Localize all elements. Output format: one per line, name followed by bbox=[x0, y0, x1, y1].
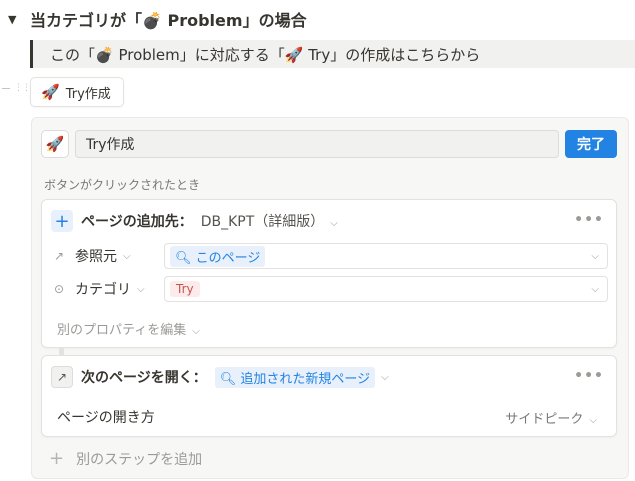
toggle-heading[interactable]: ▼ 当カテゴリが「💣 Problem」の場合 bbox=[8, 8, 307, 30]
step-open-page: ↗ 次のページを開く： 🔍︎ 追加された新規ページ ⌵ ••• ページの開き方 … bbox=[41, 355, 617, 437]
category-tag: Try bbox=[170, 281, 200, 297]
chevron-down-icon: ⌵ bbox=[192, 326, 200, 337]
quote-block: この「💣 Problem」に対応する「🚀 Try」の作成はこちらから bbox=[30, 40, 635, 68]
edit-other-properties-label: 別のプロパティを編集 bbox=[57, 323, 187, 338]
chevron-down-icon[interactable]: ⌵ bbox=[137, 284, 145, 295]
more-options-icon[interactable]: ••• bbox=[574, 212, 604, 228]
chevron-down-icon[interactable]: ⌵ bbox=[381, 372, 389, 383]
step-add-page: + ページの追加先： DB_KPT（詳細版） ⌵ ••• ↗ 参照元 ⌵ 🔍︎ こ… bbox=[41, 199, 617, 348]
edit-other-properties[interactable]: 別のプロパティを編集 ⌵ bbox=[57, 319, 200, 338]
more-options-icon[interactable]: ••• bbox=[574, 368, 604, 384]
open-mode-row: ページの開き方 サイドピーク ⌵ bbox=[57, 406, 597, 428]
step-open-page-header: ↗ 次のページを開く： 🔍︎ 追加された新規ページ ⌵ bbox=[51, 366, 389, 388]
open-mode-select[interactable]: サイドピーク ⌵ bbox=[505, 408, 597, 427]
new-page-label: 追加された新規ページ bbox=[240, 371, 371, 387]
property-row-category: ⊙ カテゴリ ⌵ Try ⌵ bbox=[51, 276, 608, 302]
step-add-page-header: + ページの追加先： DB_KPT（詳細版） ⌵ bbox=[51, 210, 338, 232]
property-row-reference: ↗ 参照元 ⌵ 🔍︎ このページ ⌵ bbox=[51, 243, 608, 269]
page-mention-tag[interactable]: 🔍︎ このページ bbox=[170, 245, 266, 267]
chevron-down-icon: ⌵ bbox=[589, 414, 597, 426]
target-database-label: DB_KPT（詳細版） bbox=[200, 214, 325, 230]
drag-handle[interactable]: ⋮⋮ bbox=[2, 84, 31, 93]
new-page-tag[interactable]: 🔍︎ 追加された新規ページ bbox=[214, 366, 376, 388]
dash-icon bbox=[2, 87, 10, 89]
button-name-row: 🚀 Try作成 bbox=[41, 130, 559, 158]
try-create-button-label: Try作成 bbox=[65, 86, 111, 102]
search-icon: 🔍︎ bbox=[175, 250, 192, 266]
property-value-reference[interactable]: 🔍︎ このページ ⌵ bbox=[164, 243, 608, 269]
button-name-input[interactable]: Try作成 bbox=[75, 130, 559, 158]
heading-text: 当カテゴリが「💣 Problem」の場合 bbox=[30, 11, 307, 30]
button-name-value: Try作成 bbox=[86, 137, 135, 153]
add-step-label: 別のステップを追加 bbox=[76, 451, 203, 468]
rocket-icon: 🚀 bbox=[45, 135, 65, 153]
button-editor-panel: 🚀 Try作成 完了 ボタンがクリックされたとき + ページの追加先： DB_K… bbox=[31, 117, 629, 479]
step-add-page-title: ページの追加先： bbox=[81, 214, 193, 230]
target-database-select[interactable]: DB_KPT（詳細版） ⌵ bbox=[201, 211, 338, 231]
step-open-page-title: 次のページを開く： bbox=[81, 370, 207, 386]
property-name-category[interactable]: カテゴリ bbox=[75, 279, 131, 299]
property-name-reference[interactable]: 参照元 bbox=[75, 246, 117, 266]
step-connector bbox=[59, 348, 64, 355]
chevron-down-icon: ⌵ bbox=[591, 284, 599, 295]
open-mode-label: ページの開き方 bbox=[57, 410, 155, 426]
trigger-label: ボタンがクリックされたとき bbox=[44, 178, 201, 192]
done-button[interactable]: 完了 bbox=[565, 130, 617, 158]
page-mention-label: このページ bbox=[195, 250, 261, 266]
plus-icon: + bbox=[51, 210, 73, 232]
chevron-down-icon[interactable]: ⌵ bbox=[123, 251, 131, 262]
select-property-icon: ⊙ bbox=[53, 282, 65, 296]
rocket-icon: 🚀 bbox=[41, 83, 60, 101]
property-value-category[interactable]: Try ⌵ bbox=[164, 276, 608, 302]
chevron-down-icon: ⌵ bbox=[330, 218, 338, 229]
toggle-arrow-icon[interactable]: ▼ bbox=[8, 13, 22, 26]
open-mode-value: サイドピーク bbox=[505, 411, 584, 427]
chevron-down-icon: ⌵ bbox=[591, 251, 599, 262]
open-arrow-icon: ↗ bbox=[51, 366, 73, 388]
drag-handle-icon[interactable]: ⋮⋮ bbox=[14, 84, 31, 93]
button-icon-picker[interactable]: 🚀 bbox=[41, 130, 69, 158]
search-icon: 🔍︎ bbox=[219, 371, 237, 387]
try-create-button[interactable]: 🚀 Try作成 bbox=[30, 77, 124, 107]
quote-text: この「💣 Problem」に対応する「🚀 Try」の作成はこちらから bbox=[50, 45, 481, 64]
add-step-button[interactable]: + 別のステップを追加 bbox=[49, 448, 202, 469]
relation-arrow-icon: ↗ bbox=[53, 249, 65, 263]
plus-icon: + bbox=[49, 448, 65, 469]
